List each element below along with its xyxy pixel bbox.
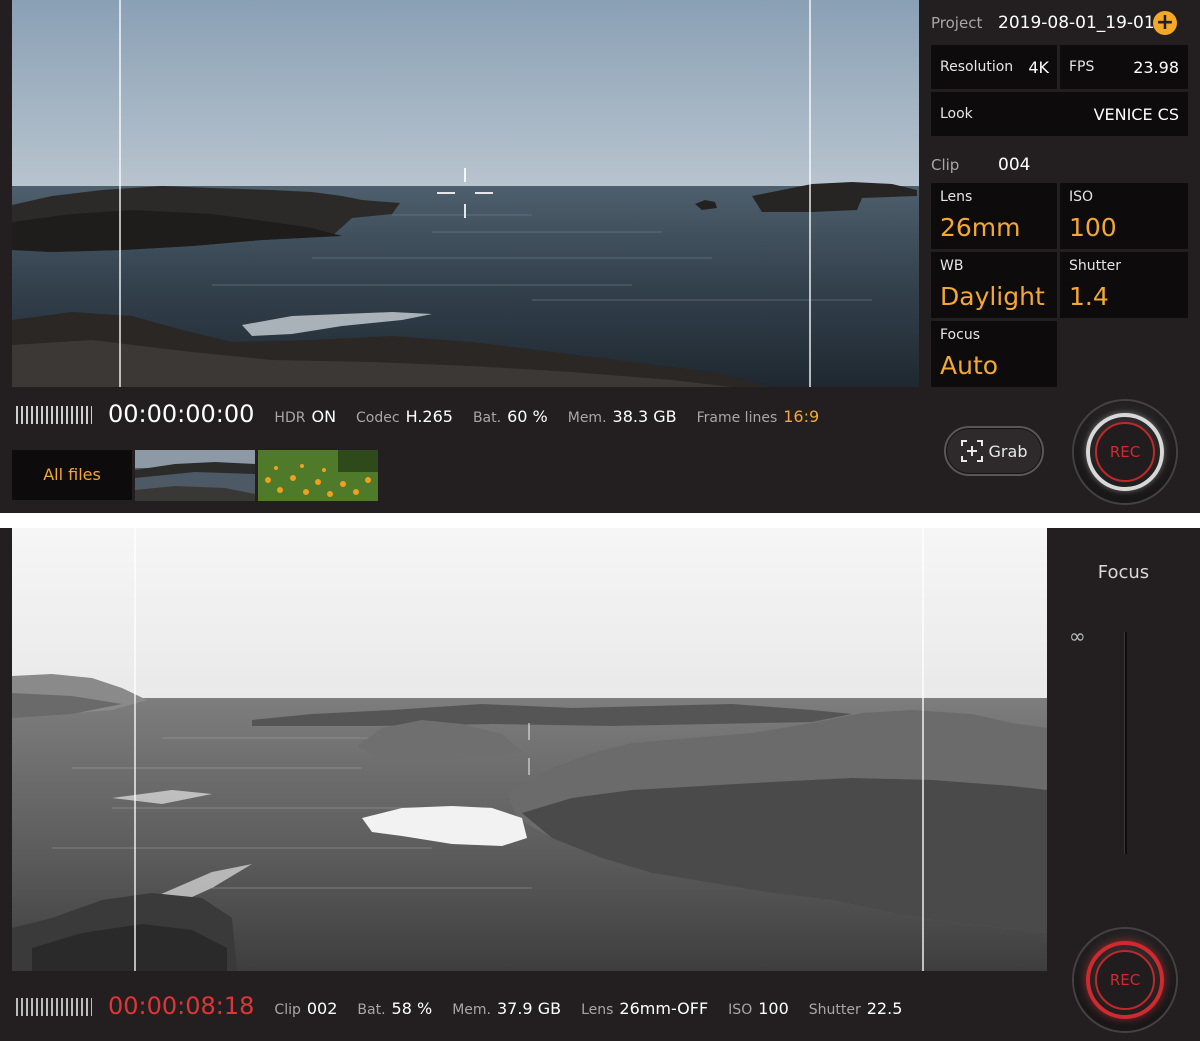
clip-value: 004 [998, 155, 1031, 175]
grab-label: Grab [988, 441, 1028, 461]
record-button-active[interactable]: REC [1074, 929, 1176, 1031]
clip-label: Clip [274, 1002, 301, 1018]
codec-value: H.265 [405, 407, 453, 426]
focus-value: Auto [940, 351, 999, 380]
wb-cell[interactable]: WB Daylight [931, 252, 1057, 318]
lens-value: 26mm [940, 213, 1021, 242]
fps-value: 23.98 [1133, 58, 1179, 77]
frame-lines-value: 16:9 [783, 407, 820, 426]
iso-cell[interactable]: ISO 100 [1060, 183, 1188, 249]
record-ring: REC [1086, 941, 1164, 1019]
lens-value: 26mm-OFF [619, 999, 709, 1018]
memory-value: 38.3 GB [612, 407, 677, 426]
focus-slider[interactable] [1124, 632, 1127, 854]
hdr-label: HDR [274, 410, 306, 426]
frame-lines-label: Frame lines [696, 410, 778, 426]
plus-icon: + [1155, 10, 1175, 35]
resolution-cell[interactable]: Resolution 4K [931, 45, 1057, 89]
timecode-recording: 00:00:08:18 [108, 992, 255, 1020]
timecode: 00:00:00:00 [108, 400, 255, 428]
codec-label: Codec [356, 410, 400, 426]
record-button[interactable]: REC [1074, 401, 1176, 503]
lens-label: Lens [940, 189, 973, 205]
shutter-label: Shutter [1069, 258, 1121, 274]
shutter-cell[interactable]: Shutter 1.4 [1060, 252, 1188, 318]
battery-value: 58 % [391, 999, 433, 1018]
clip-label: Clip [931, 156, 960, 174]
iso-value: 100 [758, 999, 789, 1018]
battery-label: Bat. [357, 1002, 386, 1018]
memory-label: Mem. [567, 410, 607, 426]
wb-value: Daylight [940, 282, 1045, 311]
thumbnail-seascape-image [135, 450, 255, 501]
look-cell[interactable]: Look VENICE CS [931, 92, 1188, 136]
clip-thumbnail[interactable] [258, 450, 378, 501]
infinity-icon: ∞ [1069, 624, 1086, 648]
hdr-value: ON [311, 407, 337, 426]
record-label: REC [1095, 422, 1155, 482]
iso-value: 100 [1069, 213, 1117, 242]
camera-screen-recording: Focus ∞ 00:00:08:18 Clip 002 Bat. 58 % M… [0, 528, 1200, 1041]
battery-value: 60 % [507, 407, 548, 426]
focus-cell[interactable]: Focus Auto [931, 321, 1057, 387]
thumbnail-flowers-image [258, 450, 378, 501]
status-bar: 00:00:00:00 HDR ON Codec H.265 Bat. 60 %… [16, 400, 839, 430]
shutter-value: 22.5 [866, 999, 903, 1018]
look-value: VENICE CS [1093, 105, 1179, 124]
project-label: Project [931, 14, 983, 32]
battery-label: Bat. [472, 410, 502, 426]
audio-level-meter [16, 406, 92, 424]
viewfinder-image-monochrome [12, 528, 1047, 971]
resolution-label: Resolution [940, 59, 1014, 75]
memory-label: Mem. [452, 1002, 491, 1018]
fps-label: FPS [1069, 59, 1095, 75]
all-files-button[interactable]: All files [12, 450, 132, 500]
project-value: 2019-08-01_19-01 [998, 13, 1155, 33]
iso-label: ISO [1069, 189, 1094, 205]
look-label: Look [940, 106, 973, 122]
fps-cell[interactable]: FPS 23.98 [1060, 45, 1188, 89]
focus-label: Focus [940, 327, 980, 343]
memory-value: 37.9 GB [496, 999, 562, 1018]
clip-value: 002 [306, 999, 338, 1018]
viewfinder[interactable] [12, 528, 1047, 971]
shutter-label: Shutter [808, 1002, 861, 1018]
focus-title: Focus [1097, 562, 1150, 583]
viewfinder-image [12, 0, 919, 387]
record-ring: REC [1086, 413, 1164, 491]
viewfinder[interactable] [12, 0, 919, 387]
camera-screen-standby: Project 2019-08-01_19-01 + Resolution 4K… [0, 0, 1200, 513]
add-project-button[interactable]: + [1153, 11, 1177, 35]
grab-frame-icon [960, 440, 983, 462]
iso-label: ISO [728, 1002, 753, 1018]
lens-label: Lens [581, 1002, 614, 1018]
shutter-value: 1.4 [1069, 282, 1109, 311]
status-bar: 00:00:08:18 Clip 002 Bat. 58 % Mem. 37.9… [16, 992, 922, 1022]
clip-thumbnail[interactable] [135, 450, 255, 501]
wb-label: WB [940, 258, 964, 274]
lens-cell[interactable]: Lens 26mm [931, 183, 1057, 249]
record-label: REC [1095, 950, 1155, 1010]
audio-level-meter [16, 998, 92, 1016]
resolution-value: 4K [1028, 58, 1049, 77]
grab-button[interactable]: Grab [944, 426, 1044, 476]
